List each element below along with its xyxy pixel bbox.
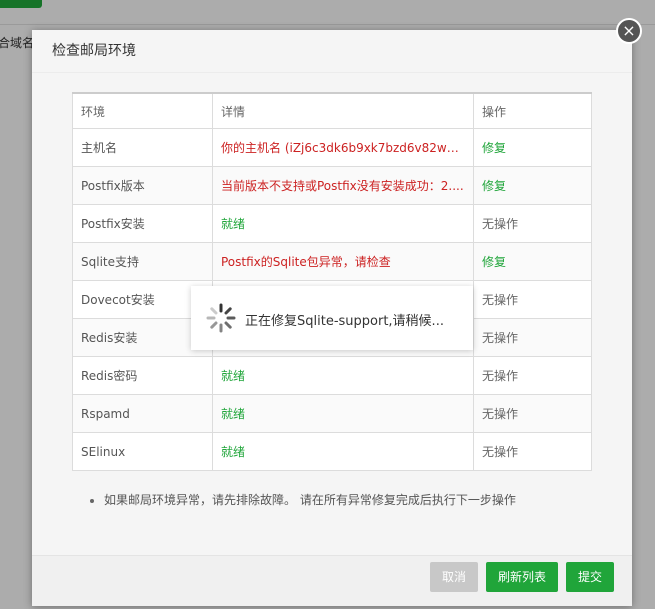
env-detail-cell: 就绪: [212, 394, 474, 433]
env-name-cell: Postfix安装: [72, 204, 213, 243]
no-action-text: 无操作: [482, 407, 519, 421]
no-action-text: 无操作: [482, 369, 519, 383]
note-list-item: 如果邮局环境异常，请先排除故障。 请在所有异常修复完成后执行下一步操作: [90, 491, 516, 508]
env-action-cell: 无操作: [473, 356, 592, 395]
env-action-cell: 无操作: [473, 280, 592, 319]
column-header-action: 操作: [473, 92, 592, 129]
env-detail-cell: 当前版本不支持或Postfix没有安装成功：2....: [212, 166, 474, 205]
env-action-cell: 修复: [473, 166, 592, 205]
table-row: Redis密码 就绪 无操作: [72, 356, 592, 395]
close-icon[interactable]: ×: [616, 18, 642, 44]
env-action-cell: 无操作: [473, 318, 592, 357]
detail-ok-text: 就绪: [221, 407, 246, 421]
cancel-button[interactable]: 取消: [430, 562, 478, 592]
table-row: SElinux 就绪 无操作: [72, 432, 592, 471]
env-detail-cell: 你的主机名 (iZj6c3dk6b9xk7bzd6v82wZ) ...: [212, 128, 474, 167]
env-action-cell: 修复: [473, 128, 592, 167]
no-action-text: 无操作: [482, 293, 519, 307]
loading-toast: 正在修复Sqlite-support,请稍候...: [191, 286, 473, 350]
table-row: Postfix安装 就绪 无操作: [72, 204, 592, 243]
no-action-text: 无操作: [482, 331, 519, 345]
env-detail-cell: 就绪: [212, 356, 474, 395]
column-header-detail: 详情: [212, 92, 474, 129]
repair-link[interactable]: 修复: [482, 141, 506, 155]
env-name-cell: Rspamd: [72, 394, 213, 433]
env-detail-cell: 就绪: [212, 432, 474, 471]
dialog-title: 检查邮局环境: [32, 30, 632, 73]
bullet-icon: [90, 498, 94, 503]
env-detail-cell: 就绪: [212, 204, 474, 243]
no-action-text: 无操作: [482, 217, 519, 231]
table-row: Postfix版本 当前版本不支持或Postfix没有安装成功：2.... 修复: [72, 166, 592, 205]
refresh-list-button[interactable]: 刷新列表: [486, 562, 558, 592]
table-row: Sqlite支持 Postfix的Sqlite包异常，请检查 修复: [72, 242, 592, 281]
table-row: 主机名 你的主机名 (iZj6c3dk6b9xk7bzd6v82wZ) ... 修复: [72, 128, 592, 167]
detail-ok-text: 就绪: [221, 217, 246, 231]
repair-link[interactable]: 修复: [482, 179, 506, 193]
detail-ok-text: 就绪: [221, 369, 246, 383]
dialog-footer: 取消 刷新列表 提交: [32, 555, 632, 606]
detail-error-text: 你的主机名 (iZj6c3dk6b9xk7bzd6v82wZ) ...: [221, 141, 465, 155]
env-name-cell: Postfix版本: [72, 166, 213, 205]
no-action-text: 无操作: [482, 445, 519, 459]
detail-ok-text: 就绪: [221, 445, 246, 459]
table-header-row: 环境 详情 操作: [72, 92, 592, 129]
env-action-cell: 无操作: [473, 394, 592, 433]
repair-link[interactable]: 修复: [482, 255, 506, 269]
column-header-env: 环境: [72, 92, 213, 129]
loading-message: 正在修复Sqlite-support,请稍候...: [245, 314, 444, 329]
env-detail-cell: Postfix的Sqlite包异常，请检查: [212, 242, 474, 281]
env-table: 环境 详情 操作 主机名 你的主机名 (iZj6c3dk6b9xk7bzd6v82…: [72, 92, 592, 471]
detail-error-text: 当前版本不支持或Postfix没有安装成功：2....: [221, 179, 464, 193]
env-action-cell: 无操作: [473, 204, 592, 243]
env-name-cell: 主机名: [72, 128, 213, 167]
env-name-cell: Sqlite支持: [72, 242, 213, 281]
spinner-icon: [206, 303, 236, 333]
note-text: 如果邮局环境异常，请先排除故障。 请在所有异常修复完成后执行下一步操作: [104, 493, 516, 507]
submit-button[interactable]: 提交: [566, 562, 614, 592]
detail-error-text: Postfix的Sqlite包异常，请检查: [221, 255, 391, 269]
env-action-cell: 修复: [473, 242, 592, 281]
env-name-cell: SElinux: [72, 432, 213, 471]
table-row: Rspamd 就绪 无操作: [72, 394, 592, 433]
env-action-cell: 无操作: [473, 432, 592, 471]
env-name-cell: Redis密码: [72, 356, 213, 395]
